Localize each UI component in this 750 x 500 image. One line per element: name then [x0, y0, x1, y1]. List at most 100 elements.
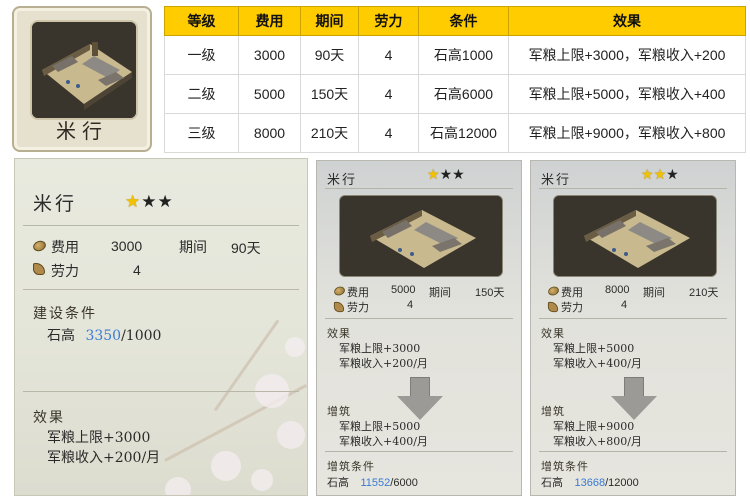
cell-labor: 4	[358, 35, 419, 75]
upgrade-card-level3[interactable]: 米行 ★★★ 费用 8000 期间 210天 劳力 4 效果 军粮上限+5000…	[530, 160, 736, 496]
rank-stars: ★★★	[427, 167, 465, 183]
condition-label: 石高	[541, 476, 563, 489]
condition-required: /1000	[121, 328, 162, 344]
labor-label: 劳力	[347, 301, 369, 314]
star-icon: ★	[427, 167, 440, 183]
cell-level: 三级	[164, 113, 239, 153]
table-row: 二级 5000 150天 4 石高6000 军粮上限+5000，军粮收入+400	[164, 74, 746, 114]
condition-required: /6000	[390, 477, 418, 489]
cost-label: 费用	[51, 240, 79, 256]
star-icon: ★	[439, 167, 453, 183]
arrow-down-icon	[611, 377, 657, 421]
cell-effect: 军粮上限+5000，军粮收入+400	[508, 74, 746, 114]
cell-labor: 4	[358, 113, 419, 153]
blossom-decoration	[165, 477, 191, 495]
period-value: 210天	[689, 287, 719, 299]
build-info-panel: 米行 ★★★ 费用 3000 期间 90天 劳力 4 建设条件 石高 3350/…	[14, 158, 308, 496]
cell-period: 210天	[300, 113, 359, 153]
star-icon: ★	[157, 192, 174, 212]
rice-shop-illustration	[340, 196, 502, 276]
labor-label: 劳力	[561, 301, 583, 314]
building-image	[339, 195, 503, 277]
arm-icon	[333, 301, 345, 313]
effect-heading: 效果	[33, 410, 65, 426]
building-image	[30, 20, 138, 120]
effect-heading: 效果	[541, 327, 565, 340]
blossom-decoration	[211, 451, 241, 481]
upgrade-heading: 增筑	[541, 405, 565, 418]
star-icon: ★	[666, 167, 679, 183]
cell-cost: 5000	[238, 74, 301, 114]
upgrade-card-level2[interactable]: 米行 ★★★ 费用 5000 期间 150天 劳力 4 效果 军粮上限+3000…	[316, 160, 522, 496]
star-icon: ★	[452, 167, 465, 183]
cost-value: 5000	[391, 284, 416, 296]
cell-effect: 军粮上限+9000，军粮收入+800	[508, 113, 746, 153]
star-icon: ★	[125, 192, 142, 212]
star-icon: ★	[653, 167, 667, 183]
upgrade-line: 军粮收入+800/月	[553, 435, 642, 448]
header-condition: 条件	[418, 6, 509, 36]
upgrade-line: 军粮上限+5000	[339, 420, 421, 433]
upgrade-line: 军粮收入+400/月	[339, 435, 428, 448]
divider	[23, 225, 299, 226]
upgrade-condition: 石高 13668/12000	[541, 474, 639, 490]
labor-value: 4	[133, 262, 141, 278]
period-label: 期间	[429, 286, 451, 299]
condition-label: 石高	[327, 476, 349, 489]
effect-line: 军粮上限+5000	[553, 342, 635, 355]
effect-line: 军粮收入+400/月	[553, 357, 642, 370]
cell-condition: 石高6000	[418, 74, 509, 114]
header-cost: 费用	[238, 6, 301, 36]
labor-value: 4	[407, 299, 414, 311]
divider	[539, 318, 727, 319]
rice-coin-icon	[332, 285, 347, 297]
upgrade-heading: 增筑	[327, 405, 351, 418]
upgrade-condition: 石高 11552/6000	[327, 474, 418, 490]
cell-labor: 4	[358, 74, 419, 114]
table-row: 一级 3000 90天 4 石高1000 军粮上限+3000，军粮收入+200	[164, 35, 746, 75]
arm-icon	[33, 263, 45, 275]
header-level: 等级	[164, 6, 239, 36]
card-title: 米行	[327, 173, 358, 188]
upgrade-condition-heading: 增筑条件	[541, 460, 589, 473]
effect-line: 军粮上限+3000	[47, 430, 151, 446]
cell-cost: 3000	[238, 35, 301, 75]
card-title: 米行	[541, 173, 572, 188]
divider	[539, 451, 727, 452]
effect-line: 军粮收入+200/月	[339, 357, 428, 370]
cell-condition: 石高1000	[418, 35, 509, 75]
cell-period: 90天	[300, 35, 359, 75]
star-icon: ★	[141, 192, 158, 212]
condition-current: 13668	[574, 477, 606, 489]
condition-current: 3350	[85, 328, 122, 344]
header-effect: 效果	[508, 6, 746, 36]
period-value: 150天	[475, 287, 505, 299]
upgrade-line: 军粮上限+9000	[553, 420, 635, 433]
build-condition-heading: 建设条件	[33, 306, 97, 322]
table-row: 三级 8000 210天 4 石高12000 军粮上限+9000，军粮收入+80…	[164, 113, 746, 153]
effect-line: 军粮上限+3000	[339, 342, 421, 355]
labor-value: 4	[621, 299, 628, 311]
divider	[23, 289, 299, 290]
rice-shop-illustration	[554, 196, 716, 276]
arm-icon	[547, 301, 559, 313]
cell-period: 150天	[300, 74, 359, 114]
header-labor: 劳力	[358, 6, 419, 36]
cell-effect: 军粮上限+3000，军粮收入+200	[508, 35, 746, 75]
building-image	[553, 195, 717, 277]
rank-stars: ★★★	[641, 167, 679, 183]
rice-coin-icon	[546, 285, 561, 297]
build-condition: 石高 3350/1000	[47, 325, 161, 345]
divider	[23, 391, 299, 392]
star-icon: ★	[641, 167, 654, 183]
cell-level: 一级	[164, 35, 239, 75]
upgrade-condition-heading: 增筑条件	[327, 460, 375, 473]
labor-label: 劳力	[51, 264, 79, 280]
cost-label: 费用	[561, 286, 583, 299]
period-label: 期间	[179, 240, 207, 256]
cost-value: 8000	[605, 284, 630, 296]
divider	[325, 318, 513, 319]
building-icon-card[interactable]: 米行	[12, 6, 152, 152]
period-value: 90天	[231, 240, 261, 256]
period-label: 期间	[643, 286, 665, 299]
